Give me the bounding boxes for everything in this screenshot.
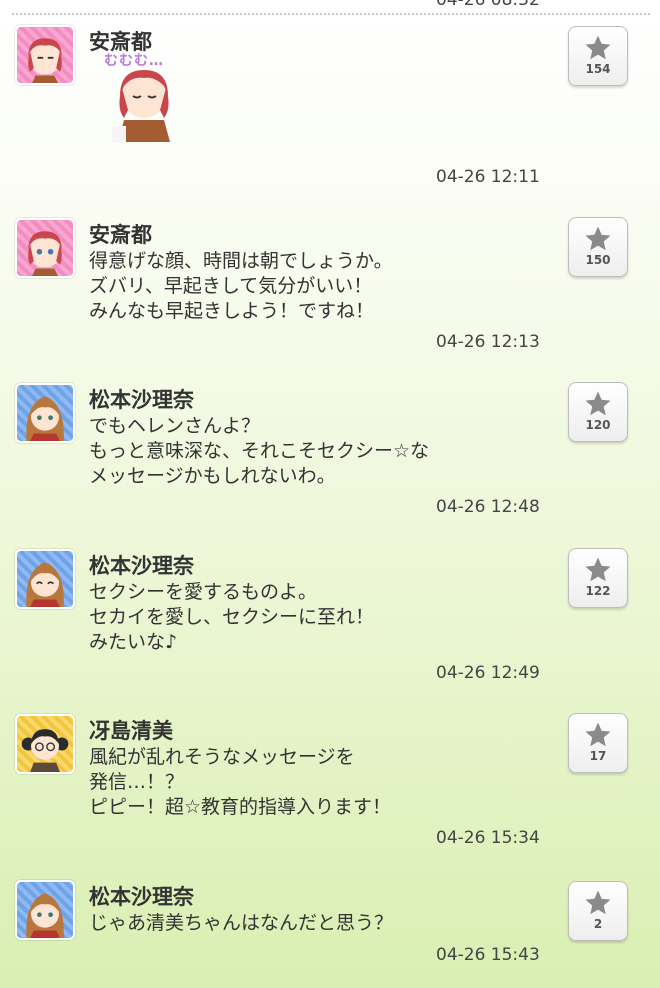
star-icon: [585, 35, 611, 60]
message-item: 冴島清美 風紀が乱れそうなメッセージを 発信…！？ ピピー！超☆教育的指導入りま…: [0, 711, 660, 856]
message-text: セクシーを愛するものよ。 セカイを愛し、セクシーに至れ！ みたいな♪: [89, 581, 375, 653]
star-button[interactable]: 120: [568, 382, 628, 442]
avatar[interactable]: [15, 549, 75, 609]
star-button[interactable]: 154: [568, 26, 628, 86]
star-icon: [585, 391, 611, 416]
star-count: 2: [593, 917, 603, 931]
miyako-avatar-icon: [28, 231, 62, 276]
top-divider: [12, 13, 650, 15]
avatar[interactable]: [15, 218, 75, 278]
star-count: 122: [585, 584, 611, 598]
message-text: 得意げな顔、時間は朝でしょうか。 ズバリ、早起きして気分がいい！ みんなも早起き…: [89, 250, 393, 322]
avatar[interactable]: [15, 25, 75, 85]
timestamp: 04-26 12:11: [436, 167, 540, 187]
star-count: 150: [585, 253, 611, 267]
star-count: 120: [585, 418, 611, 432]
sender-name: 安斎都: [89, 223, 152, 247]
message-item: 松本沙理奈 セクシーを愛するものよ。 セカイを愛し、セクシーに至れ！ みたいな♪…: [0, 546, 660, 691]
message-item: 安斎都 得意げな顔、時間は朝でしょうか。 ズバリ、早起きして気分がいい！ みんな…: [0, 215, 660, 360]
previous-timestamp: 04-26 08:32: [436, 0, 540, 10]
message-text: でもヘレンさんよ？ もっと意味深な、それこそセクシー☆な メッセージかもしれない…: [89, 415, 430, 487]
timestamp: 04-26 15:34: [436, 828, 540, 848]
sarina-avatar-icon: [26, 893, 64, 938]
stamp-caption: むむむ…: [104, 53, 164, 69]
timestamp: 04-26 15:43: [436, 945, 540, 965]
star-icon: [585, 557, 611, 582]
star-button[interactable]: 2: [568, 881, 628, 941]
sender-name: 松本沙理奈: [89, 885, 194, 909]
sarina-avatar-icon: [26, 396, 64, 441]
message-item: 安斎都 むむむ… 154 04-26 12:11: [0, 22, 660, 192]
star-count: 17: [589, 749, 607, 763]
message-text: 風紀が乱れそうなメッセージを 発信…！？ ピピー！超☆教育的指導入ります！: [89, 746, 392, 818]
star-count: 154: [585, 62, 611, 76]
timestamp: 04-26 12:48: [436, 497, 540, 517]
kiyomi-avatar-icon: [21, 729, 69, 772]
star-button[interactable]: 122: [568, 548, 628, 608]
star-button[interactable]: 150: [568, 217, 628, 277]
sarina-avatar-icon: [26, 562, 64, 607]
message-item: 松本沙理奈 でもヘレンさんよ？ もっと意味深な、それこそセクシー☆な メッセージ…: [0, 380, 660, 525]
message-text: じゃあ清美ちゃんはなんだと思う？: [89, 912, 394, 934]
message-item: 松本沙理奈 じゃあ清美ちゃんはなんだと思う？ 2 04-26 15:43: [0, 877, 660, 988]
star-button[interactable]: 17: [568, 713, 628, 773]
star-icon: [585, 722, 611, 747]
avatar[interactable]: [15, 880, 75, 940]
sender-name: 冴島清美: [89, 719, 173, 743]
star-icon: [585, 226, 611, 251]
miyako-avatar-icon: [28, 38, 62, 83]
star-icon: [585, 890, 611, 915]
sender-name: 松本沙理奈: [89, 388, 194, 412]
avatar[interactable]: [15, 714, 75, 774]
avatar[interactable]: [15, 383, 75, 443]
timestamp: 04-26 12:13: [436, 332, 540, 352]
sender-name: 松本沙理奈: [89, 554, 194, 578]
timestamp: 04-26 12:49: [436, 663, 540, 683]
